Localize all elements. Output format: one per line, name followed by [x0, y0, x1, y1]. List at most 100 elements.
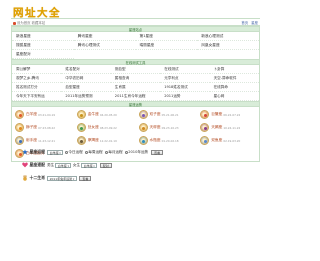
- male-label: 男生: [47, 162, 55, 167]
- pisces-icon: [200, 136, 210, 145]
- female-label: 女生: [72, 162, 81, 167]
- zodiac-date: 05.21-06.21: [161, 112, 179, 117]
- tool-link[interactable]: 在线算命: [209, 83, 259, 92]
- tool-link[interactable]: 1918姓名测试: [160, 83, 210, 92]
- tool-label: 十二生肖: [29, 175, 46, 180]
- tool-link[interactable]: 今年天下平安有运: [12, 92, 62, 101]
- main-panel: 星座站点 新浪星座 腾讯星座 第1星座 新浪心理测试 搜狐星座 腾讯心理测试 瑞…: [11, 25, 260, 162]
- site-link[interactable]: 腾讯星座: [73, 32, 136, 41]
- zodiac-name[interactable]: 天秤座: [150, 125, 161, 130]
- gemini-icon: [138, 110, 148, 119]
- aquarius-icon: [138, 136, 148, 145]
- view-button[interactable]: 查看: [79, 175, 92, 181]
- tool-link[interactable]: 姓名配对: [61, 65, 111, 74]
- tool-link[interactable]: 周公解梦: [12, 65, 62, 74]
- cancer-icon: [200, 110, 210, 119]
- tool-link[interactable]: 在线测试: [160, 65, 210, 74]
- match-button[interactable]: 配对: [99, 162, 112, 168]
- tool-link[interactable]: 2011运势: [160, 92, 210, 101]
- zodiac-name[interactable]: 双鱼座: [211, 138, 222, 143]
- zodiac-date: 12.22-01.19: [99, 138, 117, 143]
- tool-label: 星座速配: [29, 162, 46, 167]
- capricorn-icon: [76, 136, 86, 145]
- zodiac-item[interactable]: 双鱼座 02.19-03.20: [197, 134, 259, 147]
- match-tool: 星座速配 男生 白羊座 女生 白羊座 配对: [22, 161, 112, 169]
- zodiac-item[interactable]: 金牛座 04.20-05.20: [74, 108, 136, 121]
- zodiac-item[interactable]: 巨蟹座 06.22-07.22: [197, 108, 259, 121]
- zodiac-select[interactable]: 白羊座: [47, 149, 64, 155]
- site-link[interactable]: 新浪心理测试: [197, 32, 259, 41]
- radio-today[interactable]: [64, 150, 68, 154]
- zodiac-date: 06.22-07.22: [223, 112, 241, 117]
- site-link[interactable]: 新浪星座: [12, 32, 74, 41]
- tool-link[interactable]: 姓名测试打分: [12, 83, 62, 92]
- zodiac-item[interactable]: 摩羯座 12.22-01.19: [74, 134, 136, 147]
- male-zodiac-select[interactable]: 白羊座: [55, 162, 72, 168]
- tool-link[interactable]: 2011生肖今年运程: [110, 92, 161, 101]
- zodiac-item[interactable]: 白羊座 03.21-04.19: [12, 108, 74, 121]
- option-label: 每周运程: [88, 149, 103, 154]
- zodiac-item[interactable]: 射手座 11.23-12.21: [12, 134, 74, 147]
- option-label: 每月运程: [108, 149, 123, 154]
- zodiac-name[interactable]: 金牛座: [88, 112, 99, 117]
- view-button[interactable]: 查看: [151, 149, 164, 155]
- zodiac-name[interactable]: 狮子座: [26, 125, 37, 130]
- zodiac-date: 02.19-03.20: [223, 138, 241, 143]
- libra-icon: [138, 123, 148, 132]
- female-zodiac-select[interactable]: 白羊座: [81, 162, 98, 168]
- year-select[interactable]: 2011年兔年运势: [47, 175, 77, 181]
- tool-link[interactable]: 属相查询: [110, 74, 161, 83]
- tool-link[interactable]: 测血型: [110, 65, 161, 74]
- site-link[interactable]: 瑞丽星座: [135, 41, 198, 50]
- option-label: 2010年运势: [128, 149, 149, 154]
- test-tools-grid: 周公解梦 姓名配对 测血型 在线测试 卜卦算 观梦之乡-腾讯 中华农历网 属相查…: [12, 65, 259, 101]
- tool-link[interactable]: 血型星座: [61, 83, 111, 92]
- zodiac-date: 08.23-09.22: [99, 125, 117, 130]
- zodiac-date: 11.23-12.21: [38, 138, 56, 143]
- zodiac-name[interactable]: 摩羯座: [88, 138, 99, 143]
- zodiac-item[interactable]: 处女座 08.23-09.22: [74, 121, 136, 134]
- zodiac-name[interactable]: 白羊座: [26, 112, 37, 117]
- radio-month[interactable]: [104, 150, 108, 154]
- zodiac-date: 10.24-11.22: [223, 125, 241, 130]
- tool-link[interactable]: 天空-算命软件: [209, 74, 259, 83]
- radio-week[interactable]: [84, 150, 88, 154]
- site-link[interactable]: 凤凰女星座: [197, 41, 259, 50]
- aries-icon: [15, 110, 24, 119]
- zodiac-name[interactable]: 射手座: [26, 138, 37, 143]
- site-link[interactable]: 第1星座: [135, 32, 198, 41]
- radio-year[interactable]: [124, 150, 128, 154]
- tool-link[interactable]: 卜卦算: [209, 65, 259, 74]
- tool-link[interactable]: 生肖属: [110, 83, 161, 92]
- zodiac-item[interactable]: 双子座 05.21-06.21: [136, 108, 198, 121]
- tool-label: 星座运程: [29, 149, 46, 154]
- tool-link[interactable]: 观梦之乡-腾讯: [12, 74, 62, 83]
- site-link[interactable]: 星座配对: [12, 50, 74, 59]
- zodiac-date: 09.23-10.23: [161, 125, 179, 130]
- zodiac-item[interactable]: 水瓶座 01.20-02.18: [136, 134, 198, 147]
- zodiac-name[interactable]: 天蝎座: [211, 125, 222, 130]
- zodiac-item[interactable]: 狮子座 07.23-08.22: [12, 121, 74, 134]
- zodiac-name[interactable]: 巨蟹座: [211, 112, 222, 117]
- scorpio-icon: [200, 123, 210, 132]
- tool-link[interactable]: 中华农历网: [61, 74, 111, 83]
- zodiac-name[interactable]: 双子座: [150, 112, 161, 117]
- tool-link[interactable]: 星心网: [209, 92, 259, 101]
- leo-icon: [15, 123, 24, 132]
- tool-link[interactable]: 2011年运势预测: [61, 92, 111, 101]
- virgo-icon: [76, 123, 86, 132]
- option-label: 今日运程: [68, 149, 83, 154]
- zodiac-date: 03.21-04.19: [38, 112, 56, 117]
- rabbit-icon: [22, 175, 28, 181]
- site-link[interactable]: 搜狐星座: [12, 41, 74, 50]
- site-link[interactable]: 腾讯心理测试: [73, 41, 136, 50]
- horoscope-sites-grid: 新浪星座 腾讯星座 第1星座 新浪心理测试 搜狐星座 腾讯心理测试 瑞丽星座 凤…: [12, 32, 259, 59]
- zodiac-date: 04.20-05.20: [99, 112, 117, 117]
- zodiac-date: 01.20-02.18: [161, 138, 179, 143]
- zodiac-item[interactable]: 天蝎座 10.24-11.22: [197, 121, 259, 134]
- zodiac-name[interactable]: 水瓶座: [150, 138, 161, 143]
- zodiac-item[interactable]: 天秤座 09.23-10.23: [136, 121, 198, 134]
- star-icon: [22, 149, 28, 155]
- zodiac-name[interactable]: 处女座: [88, 125, 99, 130]
- tool-link[interactable]: 元亨利贞: [160, 74, 210, 83]
